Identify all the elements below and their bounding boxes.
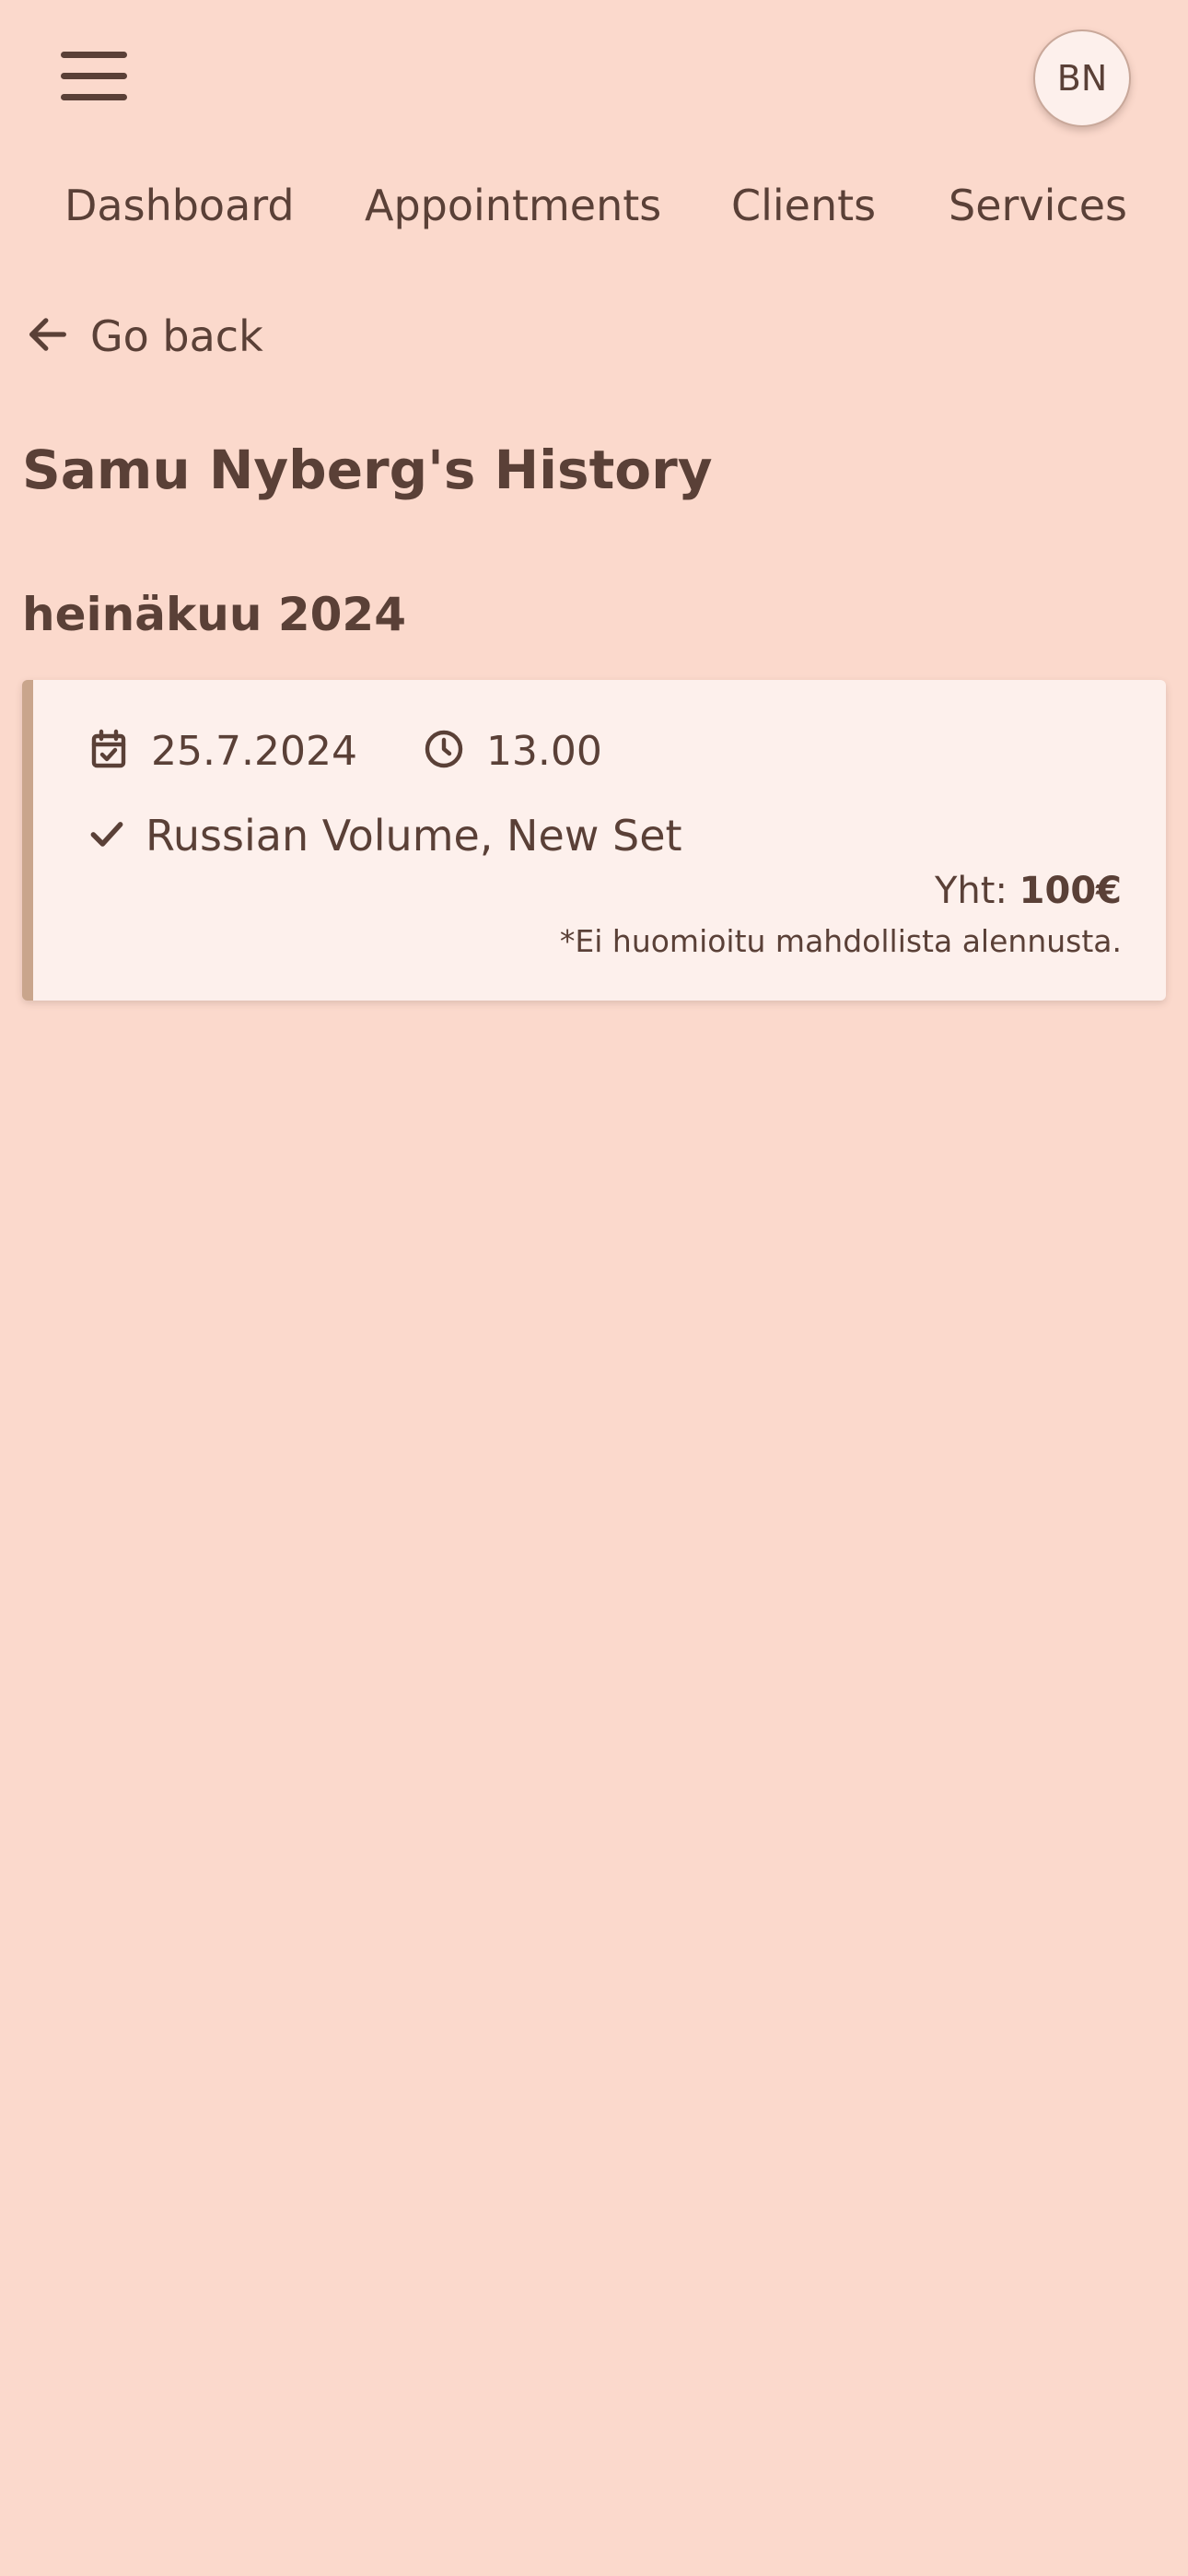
entry-service-name: Russian Volume, New Set — [146, 811, 682, 861]
history-entry-card: 25.7.2024 13.00 Russian Volume, New Set … — [22, 680, 1166, 1001]
entry-meta: 25.7.2024 13.00 — [87, 720, 602, 781]
entry-date-text: 25.7.2024 — [151, 727, 357, 775]
entry-total-amount: 100€ — [1019, 870, 1122, 912]
hamburger-menu-icon[interactable] — [61, 52, 127, 101]
calendar-check-icon — [87, 727, 131, 775]
main-nav: Dashboard Appointments Clients Services — [0, 175, 1188, 240]
nav-item-clients[interactable]: Clients — [731, 175, 876, 236]
entry-time: 13.00 — [422, 727, 602, 775]
nav-item-appointments[interactable]: Appointments — [365, 175, 661, 236]
entry-time-text: 13.00 — [485, 727, 602, 775]
check-icon — [87, 814, 127, 858]
nav-item-dashboard[interactable]: Dashboard — [64, 175, 295, 236]
entry-service: Russian Volume, New Set — [87, 805, 682, 866]
entry-date: 25.7.2024 — [87, 727, 357, 775]
page-title: Samu Nyberg's History — [22, 439, 713, 501]
nav-item-services[interactable]: Services — [949, 175, 1127, 236]
entry-discount-note: *Ei huomioitu mahdollista alennusta. — [559, 923, 1122, 959]
go-back-link[interactable]: Go back — [24, 304, 263, 369]
top-bar: BN — [0, 0, 1188, 157]
month-heading: heinäkuu 2024 — [22, 588, 406, 641]
entry-total-label: Yht: — [935, 870, 1007, 912]
arrow-left-icon — [24, 310, 72, 362]
avatar[interactable]: BN — [1033, 29, 1131, 127]
entry-total: Yht: 100€ — [935, 870, 1122, 912]
go-back-label: Go back — [90, 311, 263, 361]
clock-icon — [422, 727, 466, 775]
